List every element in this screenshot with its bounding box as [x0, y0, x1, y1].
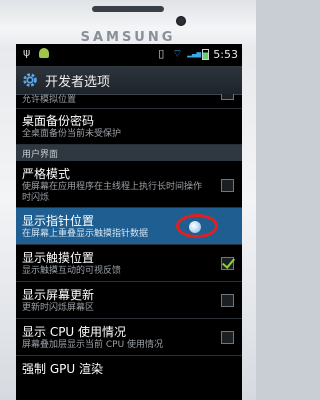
item-checkbox[interactable] — [221, 179, 234, 192]
status-clock: 5:53 — [213, 48, 238, 61]
item-checkbox[interactable] — [221, 257, 234, 270]
front-camera — [176, 16, 186, 26]
settings-list: 允许模拟位置 桌面备份密码 全桌面备份当前未受保护 用户界面 严格模式 使屏幕在… — [16, 94, 242, 400]
highlight-circle-annotation — [176, 214, 218, 238]
vibrate-icon — [157, 47, 168, 60]
status-bar: 5:53 — [16, 44, 242, 66]
item-subtitle: 全桌面备份当前未受保护 — [22, 129, 122, 139]
usb-icon — [22, 46, 33, 59]
phone-device: SAMSUNG 5:53 开发者 — [0, 0, 256, 400]
list-item-show-screen-updates[interactable]: 显示屏幕更新 更新时闪烁屏幕区 — [16, 282, 242, 319]
screen: 5:53 开发者选项 允许模拟位置 桌面备份密码 全桌面备份当 — [16, 44, 242, 400]
brand-logo: SAMSUNG — [80, 30, 176, 45]
top-bezel: SAMSUNG — [0, 0, 256, 48]
item-title: 显示 CPU 使用情况 — [22, 325, 127, 339]
battery-icon — [202, 49, 210, 60]
list-item-strict-mode[interactable]: 严格模式 使屏幕在应用程序在主线程上执行长时间操作时闪烁 — [16, 161, 242, 208]
list-item-allow-mock-location[interactable]: 允许模拟位置 — [16, 94, 242, 109]
item-title: 桌面备份密码 — [22, 114, 95, 128]
wifi-icon — [172, 47, 183, 61]
android-icon — [39, 48, 49, 58]
item-title: 显示触摸位置 — [22, 251, 95, 265]
item-checkbox[interactable] — [221, 294, 234, 307]
pointer-toggle[interactable] — [189, 221, 201, 233]
item-subtitle: 显示触摸互动的可视反馈 — [22, 266, 122, 276]
item-subtitle: 屏幕叠加层显示当前 CPU 使用情况 — [22, 340, 164, 350]
item-subtitle: 使屏幕在应用程序在主线程上执行长时间操作时闪烁 — [22, 182, 203, 203]
signal-icon — [187, 49, 201, 60]
speaker-grille — [92, 6, 164, 12]
item-subtitle: 更新时闪烁屏幕区 — [22, 303, 95, 313]
item-subtitle: 允许模拟位置 — [22, 95, 77, 105]
item-title: 显示指针位置 — [22, 214, 95, 228]
item-title: 严格模式 — [22, 167, 71, 181]
list-item-force-gpu-rendering[interactable]: 强制 GPU 渲染 — [16, 356, 242, 392]
page-title: 开发者选项 — [45, 74, 111, 90]
list-item-show-pointer-location[interactable]: 显示指针位置 在屏幕上重叠显示触摸指针数据 — [16, 208, 242, 245]
item-checkbox[interactable] — [221, 94, 234, 100]
list-item-show-cpu-usage[interactable]: 显示 CPU 使用情况 屏幕叠加层显示当前 CPU 使用情况 — [16, 319, 242, 356]
item-title: 显示屏幕更新 — [22, 288, 95, 302]
item-title: 强制 GPU 渲染 — [22, 362, 103, 376]
section-header-user-interface: 用户界面 — [16, 145, 242, 161]
title-bar: 开发者选项 — [16, 66, 242, 95]
item-checkbox[interactable] — [221, 331, 234, 344]
list-item-desktop-backup-password[interactable]: 桌面备份密码 全桌面备份当前未受保护 — [16, 108, 242, 145]
gear-icon — [21, 71, 39, 89]
list-item-show-touch-location[interactable]: 显示触摸位置 显示触摸互动的可视反馈 — [16, 245, 242, 282]
